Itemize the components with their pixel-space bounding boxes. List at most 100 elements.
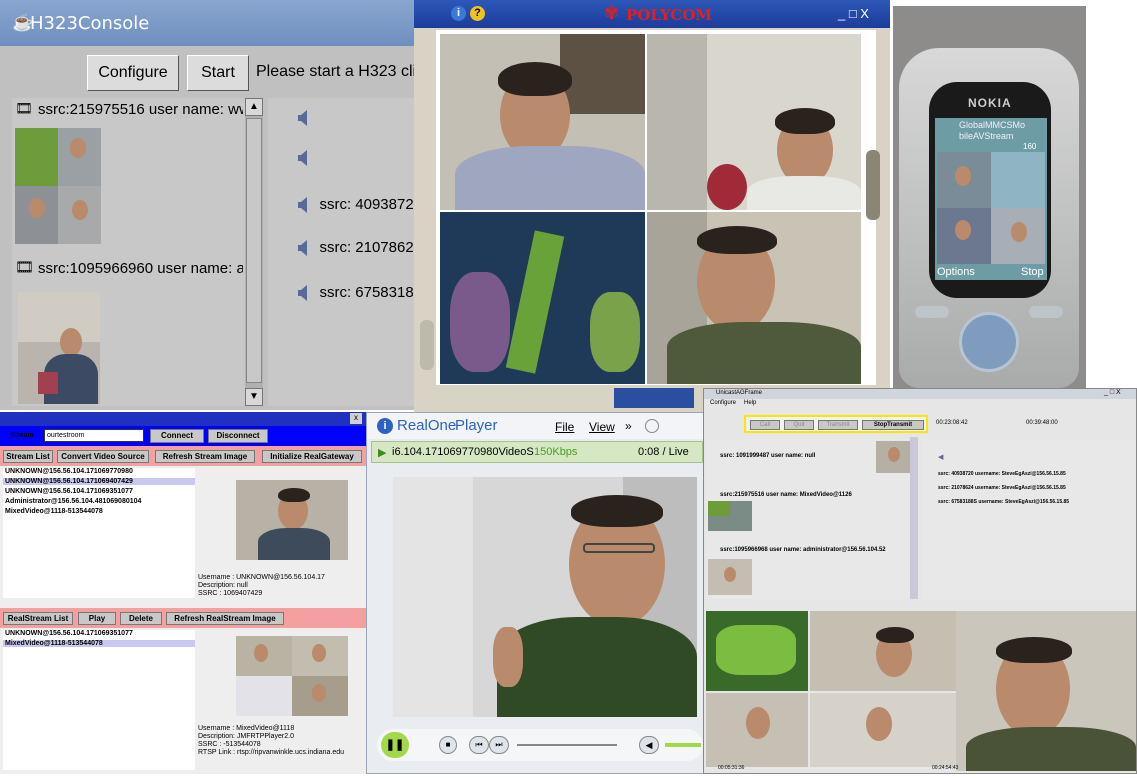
now-playing-bar: ▶ i6.104.171069770980VideoS 150Kbps 0:08…: [371, 441, 703, 463]
h323-video-list: 🎞 ssrc:215975516 user name: wwj( 🎞 ssrc:…: [12, 98, 263, 406]
list-item-selected[interactable]: MixedVideo@1118-513544078: [3, 640, 195, 647]
ag-thumb-1: [876, 441, 910, 473]
stoptransmit-button[interactable]: StopTransmit: [862, 420, 924, 430]
admin-video-thumbnail: [18, 292, 100, 404]
polycom-side-controls[interactable]: [866, 150, 880, 220]
h323-audio-list: ssrc: 40938720 ssrc: 21078624 ssrc: 6758…: [268, 98, 414, 406]
stream-list-button[interactable]: Stream List: [3, 450, 53, 463]
mini-icon[interactable]: [645, 419, 659, 433]
speaker-icon: [298, 150, 307, 166]
menu-file[interactable]: File: [555, 420, 574, 434]
realstream-preview: [236, 636, 348, 716]
stream-list: UNKNOWN@156.56.104.171069770980 UNKNOWN@…: [3, 468, 195, 598]
transport-bar: ❚❚ ■ ⏮ ⏭ ◀: [377, 729, 703, 761]
play-button[interactable]: Play: [78, 612, 116, 625]
scroll-down-button[interactable]: ▼: [245, 388, 263, 406]
stream-title: i6.104.171069770980VideoS: [392, 446, 534, 458]
ag-video-person-main: [956, 611, 1136, 771]
pause-button[interactable]: ❚❚: [381, 732, 409, 758]
initialize-realgateway-button[interactable]: Initialize RealGateway: [262, 450, 362, 463]
h323-scrollbar[interactable]: ▲ ▼: [245, 98, 263, 406]
ag-stream-label-3: ssrc:1095966968 user name: administrator…: [720, 547, 886, 553]
gateway-toolbar-2: RealStream List Play Delete Refresh Real…: [0, 608, 366, 628]
ag-video-list: ssrc: 1091999487 user name: null ssrc:21…: [706, 439, 918, 599]
connect-button[interactable]: Connect: [150, 429, 204, 443]
h323-title: H323Console: [30, 13, 150, 34]
ag-video-person-1: [810, 611, 956, 691]
bitrate: 150Kbps: [534, 446, 578, 458]
list-item[interactable]: Administrator@156.56.104.481069080104: [5, 498, 141, 505]
window-controls[interactable]: _ □ X: [838, 6, 869, 21]
brand-player: Player: [455, 417, 498, 434]
stream-label: Stream: [10, 432, 34, 439]
screen-video-grid: [937, 152, 1045, 264]
next-button[interactable]: ⏭: [489, 736, 509, 754]
realstream-list: UNKNOWN@156.56.104.171069351077 MixedVid…: [3, 630, 195, 770]
configure-button[interactable]: Configure: [87, 55, 179, 91]
phone-nav-key[interactable]: [959, 312, 1019, 372]
scroll-up-button[interactable]: ▲: [245, 98, 263, 116]
list-item-selected[interactable]: UNKNOWN@156.56.104.171069407429: [3, 478, 195, 485]
phone-left-key[interactable]: [915, 306, 949, 318]
nokia-phone-photo: NOKIA GlobalMMCSMo bileAVStream 160 Opti…: [893, 6, 1086, 388]
seek-slider[interactable]: [517, 744, 617, 746]
menu-more[interactable]: »: [625, 419, 632, 433]
playback-time: 0:08 / Live: [638, 446, 689, 458]
list-item[interactable]: UNKNOWN@156.56.104.171069351077: [5, 488, 133, 495]
transmit-button[interactable]: Transmit: [818, 420, 858, 430]
volume-slider[interactable]: [665, 743, 701, 747]
audio-row: ssrc: 67583188: [298, 284, 414, 302]
polycom-left-controls[interactable]: [420, 320, 434, 370]
window-controls[interactable]: _ □ X: [1104, 389, 1121, 396]
stop-button[interactable]: ■: [439, 736, 457, 754]
video-quadrant-top-left: [440, 34, 645, 210]
audio-row: ssrc: 21078624: [298, 239, 414, 257]
disconnect-button[interactable]: Disconnect: [208, 429, 268, 443]
stream-label-1: ssrc:215975516 user name: wwj(: [38, 101, 243, 118]
ag-stream-label-2: ssrc:215975516 user name: MixedVideo@112…: [720, 492, 852, 498]
list-item[interactable]: UNKNOWN@156.56.104.171069351077: [5, 630, 133, 637]
polycom-logo-icon: ✾: [604, 3, 620, 23]
softkey-stop[interactable]: Stop: [1021, 266, 1044, 278]
refresh-stream-image-button[interactable]: Refresh Stream Image: [155, 450, 255, 463]
list-item[interactable]: MixedVideo@1118-513544078: [5, 508, 103, 515]
app-title-line1: GlobalMMCSMo: [959, 120, 1026, 130]
delete-button[interactable]: Delete: [120, 612, 162, 625]
menu-view[interactable]: View: [589, 420, 615, 434]
quit-button[interactable]: Quit: [784, 420, 814, 430]
ag-footer-time-2: 00:24:54:43: [932, 765, 959, 771]
phone-right-key[interactable]: [1029, 306, 1063, 318]
gateway-titlebar: x: [0, 412, 366, 426]
refresh-realstream-image-button[interactable]: Refresh RealStream Image: [166, 612, 284, 625]
audio-row: ssrc: 40938720: [298, 196, 414, 214]
scroll-thumb[interactable]: [246, 118, 262, 383]
ag-audio-list: ◀ ssrc: 40938720 username: SteveEgAszi@1…: [922, 439, 1136, 599]
list-item[interactable]: UNKNOWN@156.56.104.171069770980: [5, 468, 133, 475]
volume-icon[interactable]: ◀: [639, 736, 659, 754]
timer-2: 00:39:48:00: [1026, 420, 1058, 426]
previous-button[interactable]: ⏮: [469, 736, 489, 754]
ag-video-green: [706, 611, 808, 691]
menu-help[interactable]: Help: [744, 400, 756, 406]
timer-1: 00:23:08:42: [936, 420, 968, 426]
help-icon[interactable]: ?: [470, 6, 485, 21]
menu-configure[interactable]: Configure: [710, 400, 736, 406]
info-icon[interactable]: i: [451, 6, 466, 21]
window-controls[interactable]: x: [350, 413, 362, 424]
softkey-options[interactable]: Options: [937, 266, 975, 278]
convert-video-source-button[interactable]: Convert Video Source: [57, 450, 149, 463]
realstream-list-button[interactable]: RealStream List: [3, 612, 73, 625]
audio-row: [298, 150, 307, 171]
video-quadrant-top-right: [647, 34, 861, 210]
stream-input[interactable]: ourtestroom: [44, 429, 144, 442]
film-icon: 🎞: [15, 100, 33, 116]
start-button[interactable]: Start: [187, 55, 249, 91]
realone-player-window: i RealOne Player File View » ▶ i6.104.17…: [366, 412, 706, 774]
play-indicator-icon: ▶: [378, 447, 387, 459]
phone-screen: GlobalMMCSMo bileAVStream 160 Options St…: [935, 118, 1047, 280]
realone-header: i RealOne Player File View »: [367, 413, 705, 439]
call-button[interactable]: Call: [750, 420, 780, 430]
ag-thumb-3: [708, 559, 752, 595]
ag-scrollbar[interactable]: [910, 437, 918, 599]
h323-console-window: ☕ H323Console Configure Start Please sta…: [0, 0, 414, 410]
